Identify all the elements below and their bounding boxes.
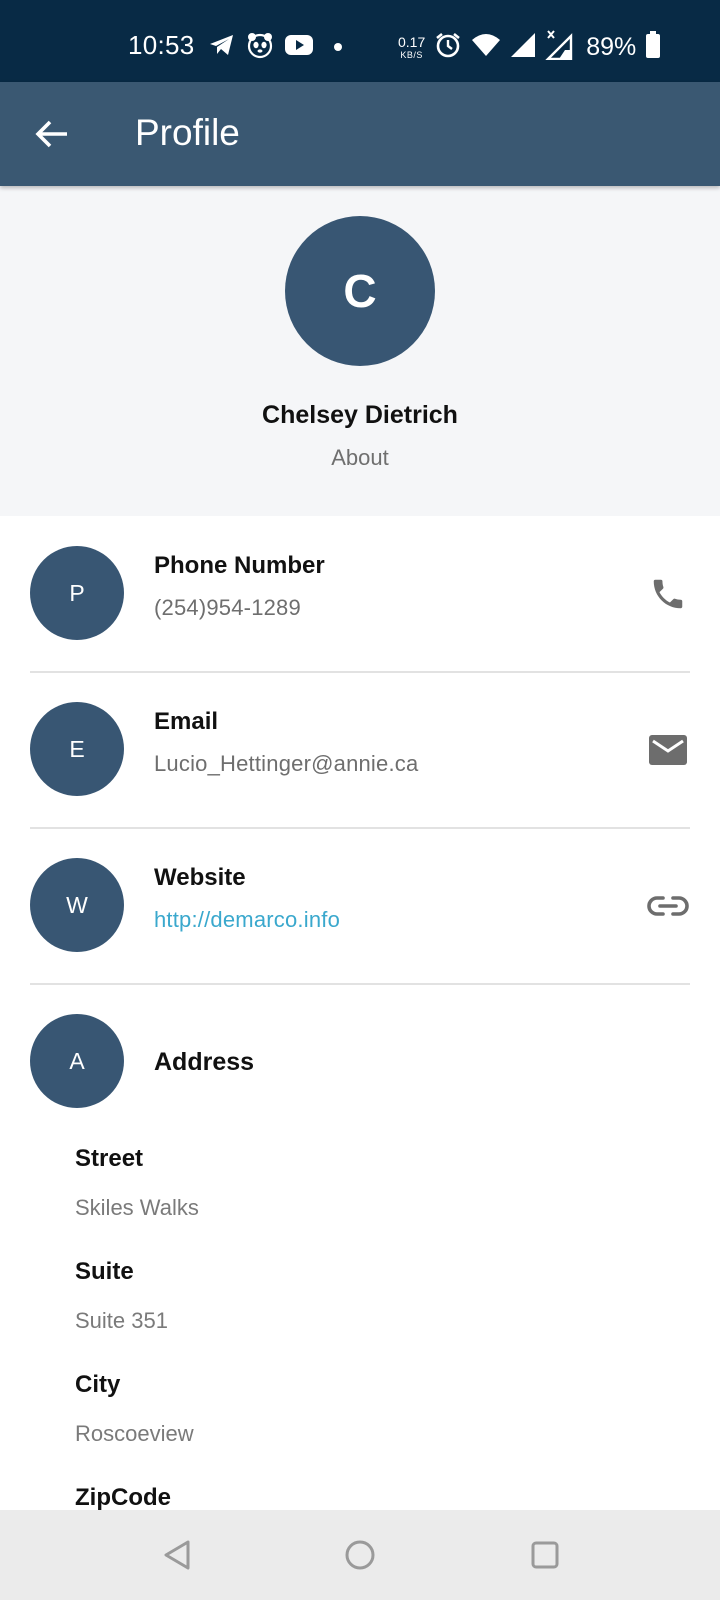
triangle-back-icon [164, 1540, 190, 1570]
address-label: Address [154, 1048, 255, 1076]
status-bar: 10:53 0.17 KB/S 89% [0, 0, 720, 82]
zipcode-label: ZipCode [75, 1484, 171, 1511]
open-link-button[interactable] [644, 882, 692, 930]
telegram-icon [208, 32, 236, 63]
city-label: City [75, 1371, 121, 1398]
nav-home-button[interactable] [337, 1532, 383, 1578]
suite-label: Suite [75, 1258, 134, 1285]
more-notifications-dot [334, 43, 342, 51]
avatar: C [285, 216, 435, 366]
youtube-icon [284, 34, 314, 61]
email-initial-avatar: E [30, 702, 124, 796]
link-icon [647, 896, 689, 916]
network-speed: 0.17 KB/S [398, 35, 425, 60]
email-icon [649, 735, 687, 765]
street-label: Street [75, 1145, 144, 1172]
email-button[interactable] [644, 726, 692, 774]
address-initial-avatar: A [30, 1014, 124, 1108]
profile-about: About [331, 445, 389, 470]
website-initial-avatar: W [30, 858, 124, 952]
call-button[interactable] [644, 570, 692, 618]
signal-icon [510, 32, 536, 63]
alarm-icon [434, 31, 462, 64]
network-speed-value: 0.17 [398, 33, 426, 50]
phone-icon [653, 579, 683, 609]
street-value: Skiles Walks [75, 1195, 199, 1220]
app-bar: Profile [0, 82, 720, 186]
phone-initial-avatar: P [30, 546, 124, 640]
nav-recents-button[interactable] [522, 1532, 568, 1578]
email-label: Email [154, 708, 219, 735]
circle-home-icon [345, 1540, 375, 1570]
profile-header: C Chelsey Dietrich About [0, 186, 720, 516]
signal-no-data-icon [545, 29, 573, 65]
battery-icon [645, 30, 661, 64]
list-item-address: A Address [0, 984, 720, 1140]
back-button[interactable] [30, 112, 74, 156]
square-recents-icon [531, 1541, 559, 1569]
suite-value: Suite 351 [75, 1308, 168, 1333]
status-time: 10:53 [128, 30, 195, 60]
phone-label: Phone Number [154, 552, 325, 579]
system-nav-bar [0, 1510, 720, 1600]
list-item-email[interactable]: E Email Lucio_Hettinger@annie.ca [0, 672, 720, 828]
email-value: Lucio_Hettinger@annie.ca [154, 751, 419, 776]
city-value: Roscoeview [75, 1421, 194, 1446]
list-item-website[interactable]: W Website http://demarco.info [0, 828, 720, 984]
wifi-icon [471, 32, 501, 63]
status-notification-icons [208, 30, 342, 64]
network-speed-unit: KB/S [400, 49, 423, 60]
nav-back-button[interactable] [154, 1532, 200, 1578]
list-item-phone[interactable]: P Phone Number (254)954-1289 [0, 516, 720, 672]
arrow-back-icon [35, 120, 67, 148]
phone-value: (254)954-1289 [154, 595, 301, 620]
page-title: Profile [135, 112, 240, 153]
website-link[interactable]: http://demarco.info [154, 907, 340, 933]
battery-percent: 89% [586, 32, 637, 61]
panda-icon [246, 31, 274, 64]
profile-name: Chelsey Dietrich [262, 401, 458, 429]
status-system-icons: 0.17 KB/S 89% [398, 28, 661, 66]
website-label: Website [154, 864, 246, 891]
